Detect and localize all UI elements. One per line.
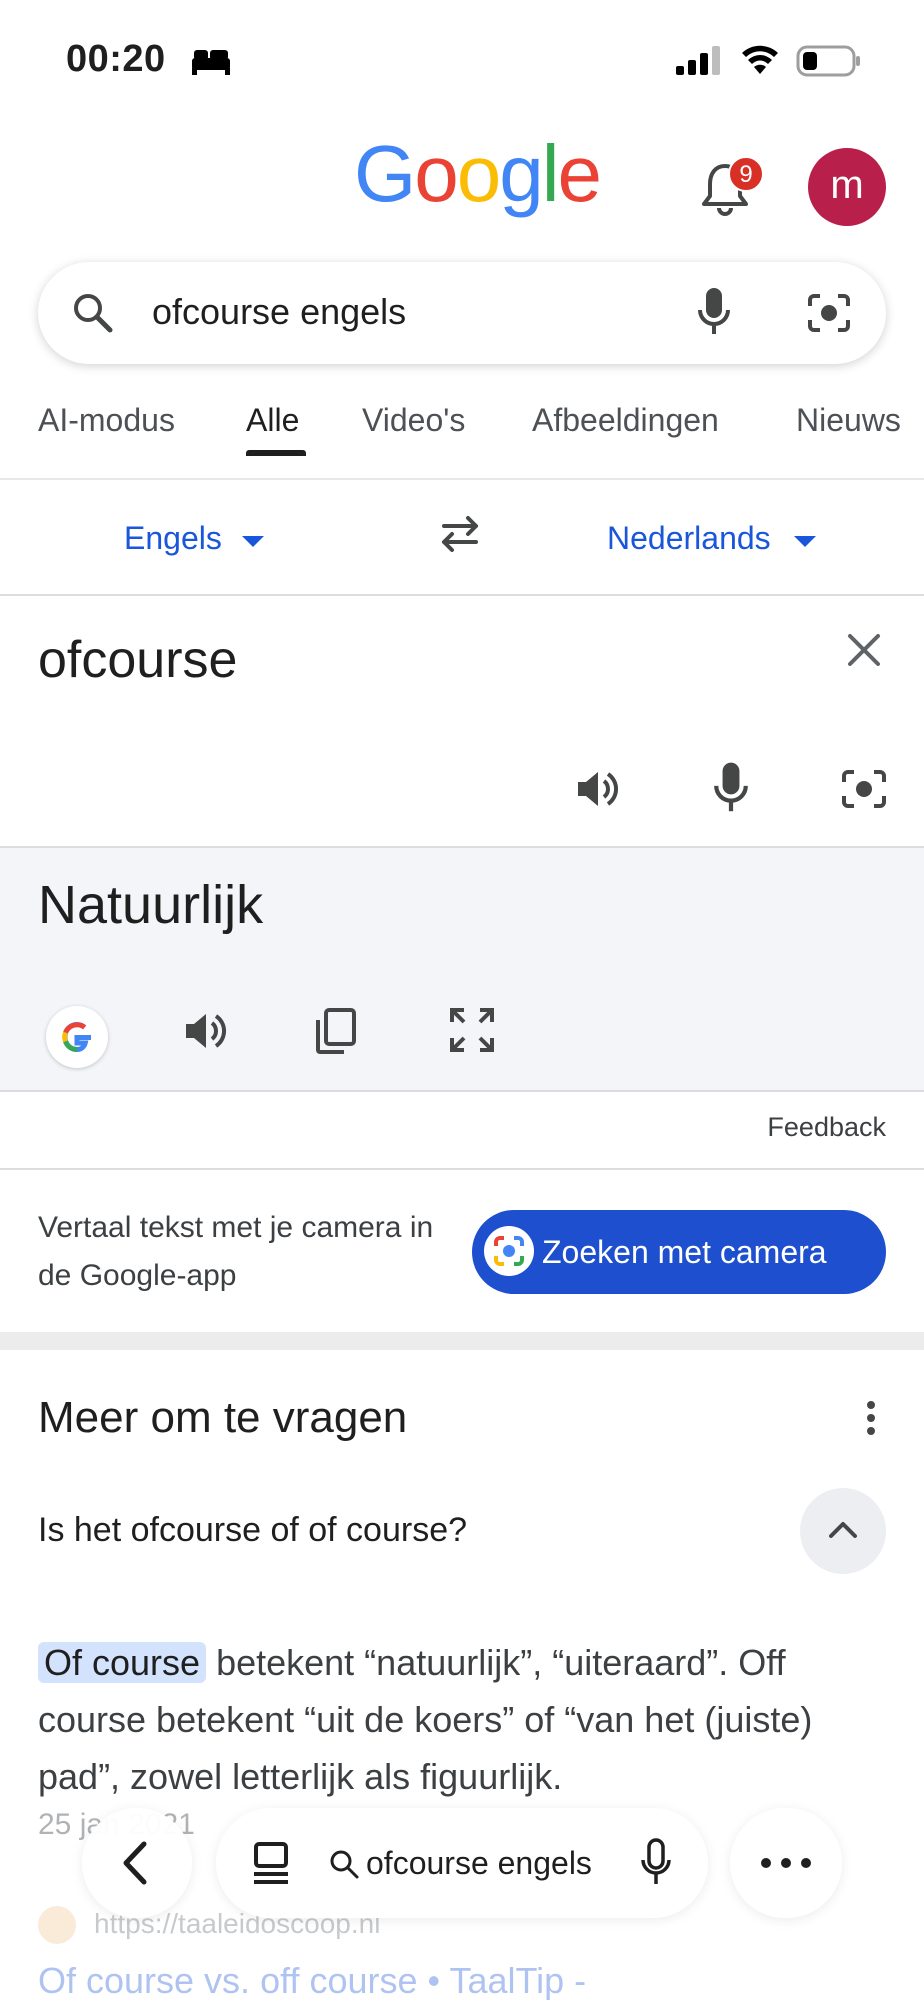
search-tabs: AI-modus Alle Video's Afbeeldingen Nieuw… xyxy=(0,400,924,480)
tab-nieuws[interactable]: Nieuws xyxy=(796,400,901,440)
language-bar: Engels Nederlands xyxy=(0,482,924,596)
search-icon xyxy=(330,1850,359,1879)
google-lens-icon xyxy=(484,1226,534,1276)
source-text-input[interactable]: ofcourse xyxy=(38,628,237,692)
speaker-icon[interactable] xyxy=(182,1008,230,1054)
swap-languages-icon[interactable] xyxy=(436,512,484,556)
back-button[interactable] xyxy=(82,1808,192,1918)
logo-letter: g xyxy=(499,129,543,218)
tab-videos[interactable]: Video's xyxy=(362,400,465,440)
bottom-search-query[interactable]: ofcourse engels xyxy=(366,1842,592,1884)
site-favicon xyxy=(38,1906,76,1944)
paa-answer: Of course betekent “natuurlijk”, “uitera… xyxy=(38,1634,890,1805)
tab-alle[interactable]: Alle xyxy=(246,400,299,440)
search-with-camera-label: Zoeken met camera xyxy=(542,1234,827,1270)
more-menu-button[interactable] xyxy=(730,1808,842,1918)
close-icon[interactable] xyxy=(844,630,884,670)
logo-letter: e xyxy=(557,129,602,218)
google-g-button[interactable] xyxy=(46,1006,108,1068)
logo-letter: G xyxy=(354,129,416,218)
wifi-icon xyxy=(742,45,778,74)
logo-letter: l xyxy=(541,129,560,218)
battery-icon xyxy=(796,45,860,77)
avatar[interactable]: m xyxy=(808,148,886,226)
chevron-down-icon xyxy=(242,536,264,547)
paa-title: Meer om te vragen xyxy=(38,1393,408,1442)
signal-icon xyxy=(676,46,720,75)
mic-icon[interactable] xyxy=(696,286,732,338)
camera-promo-text: Vertaal tekst met je camera in de Google… xyxy=(38,1211,434,1292)
mic-icon[interactable] xyxy=(640,1838,672,1888)
paa-question[interactable]: Is het ofcourse of of course? xyxy=(38,1508,467,1552)
tab-ai-modus[interactable]: AI-modus xyxy=(38,400,175,440)
translation-result-text: Natuurlijk xyxy=(38,875,264,935)
more-horizontal-icon xyxy=(761,1858,811,1868)
notification-badge: 9 xyxy=(728,156,764,192)
answer-highlight: Of course xyxy=(38,1642,207,1683)
feedback-link[interactable]: Feedback xyxy=(767,1112,886,1143)
camera-translate-icon[interactable] xyxy=(840,766,888,812)
search-icon xyxy=(74,294,113,333)
google-g-icon xyxy=(62,1021,91,1053)
status-time: 00:20 xyxy=(66,38,166,80)
bottom-search-pill[interactable]: ofcourse engels xyxy=(216,1808,708,1918)
search-with-camera-button[interactable]: Zoeken met camera xyxy=(472,1210,886,1294)
logo-letter: o xyxy=(414,129,458,218)
copy-icon[interactable] xyxy=(314,1006,358,1056)
logo-letter: o xyxy=(456,129,501,218)
target-language-select[interactable]: Nederlands xyxy=(607,518,771,558)
fullscreen-icon[interactable] xyxy=(448,1006,496,1054)
tabs-icon[interactable] xyxy=(250,1840,292,1886)
mic-icon[interactable] xyxy=(712,760,750,816)
tab-afbeeldingen[interactable]: Afbeeldingen xyxy=(532,400,719,440)
source-title-link[interactable]: Of course vs. off course • TaalTip - xyxy=(38,1960,586,2000)
source-language-select[interactable]: Engels xyxy=(124,518,222,558)
chevron-down-icon xyxy=(794,536,816,547)
bed-icon xyxy=(192,50,230,75)
search-input[interactable]: ofcourse engels xyxy=(152,290,406,334)
lens-icon[interactable] xyxy=(806,292,852,334)
section-separator xyxy=(0,1332,924,1350)
chevron-up-icon xyxy=(829,1522,857,1538)
chevron-left-icon xyxy=(123,1841,147,1885)
more-options-icon[interactable] xyxy=(866,1400,876,1436)
active-tab-indicator xyxy=(246,450,306,456)
google-logo[interactable]: Google xyxy=(354,129,602,218)
speaker-icon[interactable] xyxy=(574,766,622,812)
feedback-row: Feedback xyxy=(0,1094,924,1170)
collapse-button[interactable] xyxy=(800,1488,886,1574)
